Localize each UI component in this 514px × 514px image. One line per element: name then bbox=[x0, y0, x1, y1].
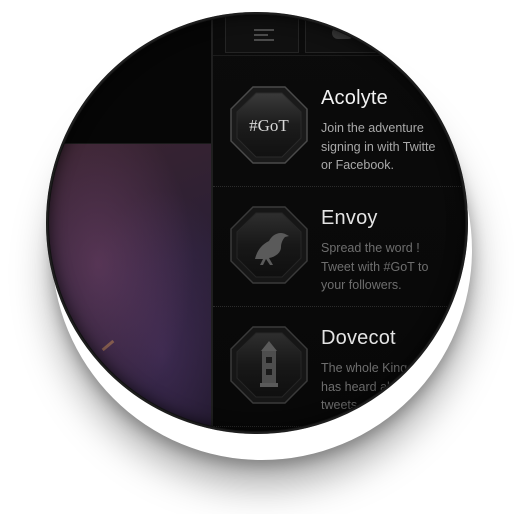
artwork-detail bbox=[101, 339, 115, 352]
got-text-badge-icon: #GoT bbox=[230, 86, 308, 164]
achievements-sidebar: #GoT Acolyte Join the adventure signing … bbox=[211, 15, 465, 431]
magnifier-view: #GoT Acolyte Join the adventure signing … bbox=[0, 0, 514, 514]
achievement-description: The whole Kingdo has heard abou tweets. bbox=[321, 361, 422, 412]
background-artwork bbox=[49, 144, 211, 431]
achievement-description: Join the adventure signing in with Twitt… bbox=[321, 121, 436, 172]
svg-text:#GoT: #GoT bbox=[249, 116, 289, 135]
item-divider bbox=[213, 426, 465, 427]
achievement-item[interactable]: Dovecot The whole Kingdo has heard abou … bbox=[213, 307, 465, 427]
achievement-title: Dovecot bbox=[321, 327, 396, 349]
sidebar-topbar bbox=[213, 15, 465, 56]
dovecote-tower-badge-icon bbox=[230, 326, 308, 404]
achievement-item[interactable]: #GoT Acolyte Join the adventure signing … bbox=[213, 67, 465, 187]
achievement-description: Spread the word ! Tweet with #GoT to you… bbox=[321, 241, 429, 292]
achievement-title: Envoy bbox=[321, 207, 378, 229]
main-header bbox=[49, 15, 211, 144]
tab-chat[interactable] bbox=[305, 15, 379, 53]
magnified-lens: #GoT Acolyte Join the adventure signing … bbox=[46, 12, 468, 434]
raven-badge-icon bbox=[230, 206, 308, 284]
chat-bubble-icon bbox=[332, 27, 354, 39]
tab-menu[interactable] bbox=[225, 15, 299, 53]
achievement-item[interactable]: Envoy Spread the word ! Tweet with #GoT … bbox=[213, 187, 465, 307]
menu-lines-icon bbox=[254, 29, 274, 44]
achievement-title: Acolyte bbox=[321, 87, 388, 109]
